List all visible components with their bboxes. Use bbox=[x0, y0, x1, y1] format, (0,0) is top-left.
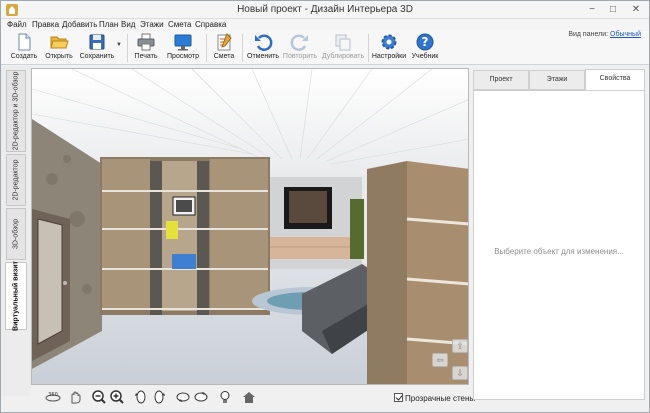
printer-icon bbox=[137, 33, 155, 51]
tutorial-button[interactable]: ? Учебник bbox=[409, 32, 441, 64]
create-button[interactable]: Создать bbox=[7, 32, 41, 64]
tilt-down-icon[interactable] bbox=[175, 389, 191, 405]
menu-floors[interactable]: Этажи bbox=[140, 20, 164, 29]
app-window: Новый проект - Дизайн Интерьера 3D − □ ✕… bbox=[0, 0, 650, 413]
open-button[interactable]: Открыть bbox=[42, 32, 76, 64]
tilt-up-icon[interactable] bbox=[193, 389, 209, 405]
floppy-disk-icon bbox=[89, 34, 105, 50]
move-left-icon[interactable]: ⇦ bbox=[432, 353, 448, 367]
tab-2d-and-3d[interactable]: 2D-редактор и 3D-обзор bbox=[6, 70, 26, 152]
svg-text:360: 360 bbox=[48, 392, 58, 398]
home-icon[interactable] bbox=[241, 389, 257, 405]
toolbar-separator bbox=[242, 34, 243, 62]
tab-project[interactable]: Проект bbox=[473, 70, 529, 90]
panel-view-selector: Вид панели: Обычный bbox=[568, 31, 641, 38]
panel-view-label: Вид панели: bbox=[568, 31, 609, 38]
preview-button[interactable]: Просмотр bbox=[165, 32, 201, 64]
help-icon: ? bbox=[416, 33, 434, 51]
window-title: Новый проект - Дизайн Интерьера 3D bbox=[237, 4, 413, 15]
rotate-left-icon[interactable] bbox=[133, 389, 149, 405]
duplicate-button[interactable]: Дублировать bbox=[321, 32, 365, 64]
light-bulb-icon[interactable] bbox=[217, 389, 233, 405]
menu-help[interactable]: Справка bbox=[195, 20, 226, 29]
3d-viewport[interactable]: ⇧ ⇦ ⇨ ⇩ bbox=[31, 68, 469, 385]
move-back-icon[interactable]: ⇩ bbox=[452, 366, 468, 380]
title-bar: Новый проект - Дизайн Интерьера 3D − □ ✕ bbox=[1, 1, 649, 19]
menu-edit[interactable]: Правка bbox=[32, 20, 59, 29]
panel-view-link[interactable]: Обычный bbox=[610, 31, 641, 38]
transparent-walls-label: Прозрачные стены bbox=[405, 394, 476, 403]
select-object-hint: Выберите объект для изменения... bbox=[494, 247, 624, 256]
maximize-button[interactable]: □ bbox=[606, 3, 620, 16]
undo-icon bbox=[255, 34, 273, 51]
menu-add[interactable]: Добавить bbox=[62, 20, 97, 29]
view-controls-bar: 360 Прозрачные стены bbox=[31, 385, 475, 411]
save-button[interactable]: Сохранить bbox=[77, 32, 117, 64]
print-button[interactable]: Печать bbox=[131, 32, 161, 64]
tab-floors[interactable]: Этажи bbox=[529, 70, 585, 90]
menu-estimate[interactable]: Смета bbox=[168, 20, 191, 29]
undo-button[interactable]: Отменить bbox=[246, 32, 280, 64]
hand-pan-icon[interactable] bbox=[67, 389, 83, 405]
estimate-button[interactable]: Смета bbox=[210, 32, 238, 64]
rotate-360-icon[interactable]: 360 bbox=[45, 389, 61, 405]
properties-panel: Проект Этажи Свойства Выберите объект дл… bbox=[473, 68, 645, 400]
tab-properties[interactable]: Свойства bbox=[585, 69, 645, 90]
rotate-right-icon[interactable] bbox=[151, 389, 167, 405]
svg-text:?: ? bbox=[422, 35, 429, 49]
close-button[interactable]: ✕ bbox=[629, 3, 643, 16]
room-3d-render bbox=[32, 69, 468, 384]
toolbar-separator bbox=[368, 34, 369, 62]
transparent-walls-checkbox[interactable] bbox=[394, 393, 403, 402]
properties-body: Выберите объект для изменения... bbox=[473, 90, 645, 400]
monitor-preview-icon bbox=[174, 34, 192, 51]
move-forward-icon[interactable]: ⇧ bbox=[452, 339, 468, 353]
menu-file[interactable]: Файл bbox=[7, 20, 27, 29]
menu-view[interactable]: Вид bbox=[121, 20, 135, 29]
tab-virtual-visit[interactable]: Виртуальный визит bbox=[5, 261, 27, 331]
toolbar-separator bbox=[127, 34, 128, 62]
tab-2d-editor[interactable]: 2D-редактор bbox=[6, 154, 26, 206]
redo-button[interactable]: Повторить bbox=[282, 32, 318, 64]
transparent-walls-toggle[interactable]: Прозрачные стены bbox=[394, 393, 475, 403]
view-mode-tabs: 2D-редактор и 3D-обзор 2D-редактор 3D-об… bbox=[1, 66, 31, 396]
save-dropdown-button[interactable]: ▼ bbox=[115, 32, 123, 64]
zoom-in-icon[interactable] bbox=[109, 389, 125, 405]
folder-open-icon bbox=[50, 36, 69, 49]
redo-icon bbox=[290, 34, 308, 51]
toolbar-separator bbox=[206, 34, 207, 62]
settings-button[interactable]: Настройки bbox=[371, 32, 407, 64]
zoom-out-icon[interactable] bbox=[91, 389, 107, 405]
minimize-button[interactable]: − bbox=[585, 3, 599, 16]
duplicate-icon bbox=[335, 34, 351, 51]
toolbar: Создать Открыть Сохранить ▼ Печать Просм… bbox=[1, 31, 649, 65]
menu-plan[interactable]: План bbox=[99, 20, 118, 29]
tab-3d-view[interactable]: 3D-обзор bbox=[6, 208, 26, 260]
navigation-pad: ⇧ ⇦ ⇨ ⇩ bbox=[428, 339, 468, 381]
estimate-notepad-icon bbox=[217, 33, 232, 51]
new-document-icon bbox=[18, 33, 31, 51]
menu-bar: Файл Правка Добавить План Вид Этажи Смет… bbox=[1, 19, 649, 31]
gear-icon bbox=[381, 34, 397, 50]
